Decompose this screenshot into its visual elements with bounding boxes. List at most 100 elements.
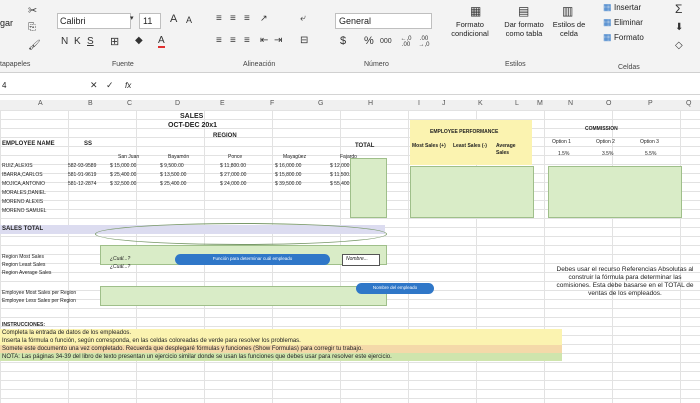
font-size-dropdown[interactable]: 11 xyxy=(139,13,161,29)
sales-value[interactable]: $ 11,800.00 xyxy=(220,163,246,170)
employee-name[interactable]: MORENO ALEXIS xyxy=(2,199,43,206)
decrease-decimal-button[interactable]: .00 →,0 xyxy=(416,36,432,48)
fill-icon[interactable]: ⬇ xyxy=(675,22,683,33)
table-format-icon[interactable]: ▤ xyxy=(518,4,529,18)
cell-styles-icon[interactable]: ▥ xyxy=(562,4,573,18)
cell-styles-button[interactable]: Estilos de celda xyxy=(548,20,590,38)
clear-icon[interactable]: ◇ xyxy=(675,40,683,51)
col-a[interactable]: A xyxy=(38,100,43,107)
employee-name[interactable]: IBARRA,CARLOS xyxy=(2,172,43,179)
fill-color-icon[interactable]: ◆ xyxy=(135,35,143,46)
option-value[interactable]: 3.5% xyxy=(602,151,613,158)
autosum-icon[interactable]: Σ xyxy=(675,2,682,16)
col-f[interactable]: F xyxy=(270,100,274,107)
thousands-button[interactable]: 000 xyxy=(380,38,392,45)
align-left-icon[interactable]: ≡ xyxy=(216,35,222,46)
col-q[interactable]: Q xyxy=(686,100,691,107)
number-format-value: General xyxy=(339,16,372,26)
align-right-icon[interactable]: ≡ xyxy=(244,35,250,46)
ss-value[interactable]: 581-12-2874 xyxy=(68,181,96,188)
sales-value[interactable]: $ 13,500.00 xyxy=(160,172,186,179)
font-shrink-button[interactable]: A xyxy=(186,15,192,25)
option-value[interactable]: 1.5% xyxy=(558,151,569,158)
name-box[interactable]: 4 xyxy=(2,81,42,92)
ss-value[interactable]: 581-91-9619 xyxy=(68,172,96,179)
formula-cells-employee[interactable] xyxy=(100,286,387,306)
col-i[interactable]: I xyxy=(418,100,420,107)
merge-center-icon[interactable]: ⊟ xyxy=(300,35,308,46)
orientation-icon[interactable]: ↗ xyxy=(260,13,268,24)
col-l[interactable]: L xyxy=(515,100,519,107)
copy-icon[interactable]: ⎘ xyxy=(28,22,36,33)
format-button[interactable]: Formato xyxy=(614,33,644,42)
sales-value[interactable]: $ 24,000.00 xyxy=(220,181,246,188)
underline-button[interactable]: S xyxy=(87,36,94,47)
font-name-dropdown[interactable]: Calibri xyxy=(57,13,131,29)
italic-button[interactable]: K xyxy=(74,36,81,47)
performance-title: EMPLOYEE PERFORMANCE xyxy=(430,129,499,135)
sales-value[interactable]: $ 16,000.00 xyxy=(275,163,301,170)
option-value[interactable]: 5.5% xyxy=(645,151,656,158)
col-g[interactable]: G xyxy=(318,100,323,107)
align-middle-icon[interactable]: ≡ xyxy=(230,13,236,24)
col-n[interactable]: N xyxy=(568,100,573,107)
align-bottom-icon[interactable]: ≡ xyxy=(244,13,250,24)
delete-button[interactable]: Eliminar xyxy=(614,18,643,27)
col-p[interactable]: P xyxy=(648,100,653,107)
employee-name-header: EMPLOYEE NAME xyxy=(2,141,55,147)
col-h[interactable]: H xyxy=(368,100,373,107)
bold-button[interactable]: N xyxy=(61,36,68,47)
conditional-format-button[interactable]: Formato condicional xyxy=(440,20,500,38)
enter-icon[interactable]: ✓ xyxy=(106,80,114,91)
paste-button[interactable]: gar xyxy=(0,18,20,38)
sales-value[interactable]: $ 32,500.00 xyxy=(110,181,136,188)
sales-value[interactable]: $ 15,000.00 xyxy=(110,163,136,170)
borders-icon[interactable]: ⊞ xyxy=(110,35,119,48)
conditional-format-icon[interactable]: ▦ xyxy=(470,4,481,18)
region-san-juan: San Juan xyxy=(118,154,140,160)
employee-name[interactable]: MORENO SAMUEL xyxy=(2,208,46,215)
increase-decimal-button[interactable]: ←,0 .00 xyxy=(398,36,414,48)
col-e[interactable]: E xyxy=(220,100,225,107)
sales-value[interactable]: $ 25,400.00 xyxy=(160,181,186,188)
employee-name[interactable]: MORALES,DANIEL xyxy=(2,190,46,197)
formula-input[interactable] xyxy=(145,81,695,92)
cut-icon[interactable]: ✂ xyxy=(28,4,37,17)
col-j[interactable]: J xyxy=(442,100,446,107)
table-format-button[interactable]: Dar formato como tabla xyxy=(498,20,550,38)
col-b[interactable]: B xyxy=(88,100,93,107)
cancel-icon[interactable]: ✕ xyxy=(90,80,98,91)
employee-name[interactable]: MOJICA,ANTONIO xyxy=(2,181,45,188)
performance-formula-cells[interactable] xyxy=(410,166,534,218)
percent-button[interactable]: % xyxy=(364,35,374,47)
sales-value[interactable]: $ 9,500.00 xyxy=(160,163,184,170)
font-grow-button[interactable]: A xyxy=(170,13,177,25)
align-top-icon[interactable]: ≡ xyxy=(216,13,222,24)
sales-value[interactable]: $ 39,500.00 xyxy=(275,181,301,188)
insert-function-button[interactable]: fx xyxy=(125,81,131,90)
format-painter-icon[interactable]: 🖌 xyxy=(28,40,41,51)
font-color-button[interactable]: A xyxy=(158,35,165,48)
insert-button[interactable]: Insertar xyxy=(614,3,641,12)
ss-value[interactable]: 582-93-9589 xyxy=(68,163,96,170)
employee-name[interactable]: RUIZ,ALEXIS xyxy=(2,163,33,170)
font-name-value: Calibri xyxy=(60,16,86,26)
currency-button[interactable]: $ xyxy=(340,35,346,47)
sales-value[interactable]: $ 27,000.00 xyxy=(220,172,246,179)
formula-cells-total[interactable] xyxy=(350,158,387,218)
commission-formula-cells[interactable] xyxy=(548,166,682,218)
col-k[interactable]: K xyxy=(478,100,483,107)
region-header: REGION xyxy=(213,133,237,139)
sales-value[interactable]: $ 25,400.00 xyxy=(110,172,136,179)
number-format-dropdown[interactable]: General xyxy=(335,13,432,29)
col-m[interactable]: M xyxy=(537,100,543,107)
align-center-icon[interactable]: ≡ xyxy=(230,35,236,46)
col-c[interactable]: C xyxy=(127,100,132,107)
wrap-text-icon[interactable]: ⤶ xyxy=(300,13,306,24)
col-o[interactable]: O xyxy=(606,100,611,107)
chevron-down-icon[interactable]: ▾ xyxy=(130,14,134,22)
indent-decrease-icon[interactable]: ⇤ xyxy=(260,35,268,46)
col-d[interactable]: D xyxy=(175,100,180,107)
sales-value[interactable]: $ 15,800.00 xyxy=(275,172,301,179)
indent-increase-icon[interactable]: ⇥ xyxy=(274,35,282,46)
